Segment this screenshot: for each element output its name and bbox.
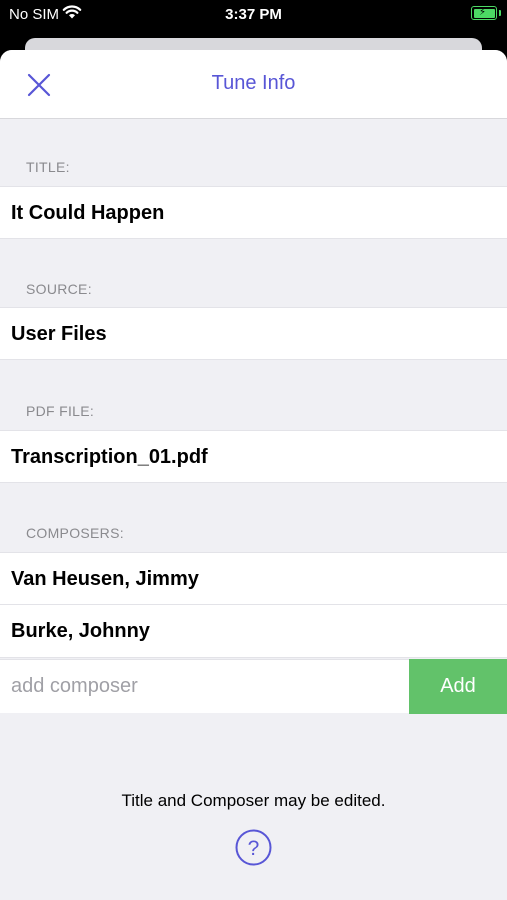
edit-hint-text: Title and Composer may be edited.: [121, 791, 386, 810]
tune-info-sheet: Tune Info TITLE: It Could Happen SOURCE:…: [0, 50, 507, 900]
pdf-field: Transcription_01.pdf: [0, 430, 507, 483]
help-button[interactable]: ?: [235, 829, 272, 866]
composers-section-label: COMPOSERS:: [26, 525, 124, 541]
add-composer-row: Add: [0, 659, 507, 714]
add-composer-button[interactable]: Add: [409, 659, 507, 714]
source-field: User Files: [0, 307, 507, 360]
composer-row[interactable]: Van Heusen, Jimmy: [0, 552, 507, 605]
battery-cap: [499, 10, 501, 16]
battery-icon: ⚡: [471, 6, 497, 20]
status-time: 3:37 PM: [225, 6, 282, 23]
add-composer-input[interactable]: [0, 660, 409, 713]
svg-text:?: ?: [248, 837, 260, 860]
charging-bolt-icon: ⚡: [479, 7, 487, 18]
composer-name: Burke, Johnny: [11, 620, 150, 642]
question-icon: ?: [235, 829, 272, 866]
composer-name: Van Heusen, Jimmy: [11, 568, 199, 590]
pdf-section-label: PDF FILE:: [26, 403, 95, 419]
navigation-bar: Tune Info: [0, 50, 507, 119]
page-title: Tune Info: [211, 72, 296, 94]
title-value: It Could Happen: [11, 202, 165, 224]
source-value: User Files: [11, 323, 107, 345]
composer-row[interactable]: Burke, Johnny: [0, 605, 507, 658]
title-field[interactable]: It Could Happen: [0, 186, 507, 239]
status-bar: No SIM 3:37 PM ⚡: [0, 0, 507, 30]
title-section-label: TITLE:: [26, 159, 70, 175]
source-section-label: SOURCE:: [26, 281, 92, 297]
pdf-value: Transcription_01.pdf: [11, 446, 208, 468]
